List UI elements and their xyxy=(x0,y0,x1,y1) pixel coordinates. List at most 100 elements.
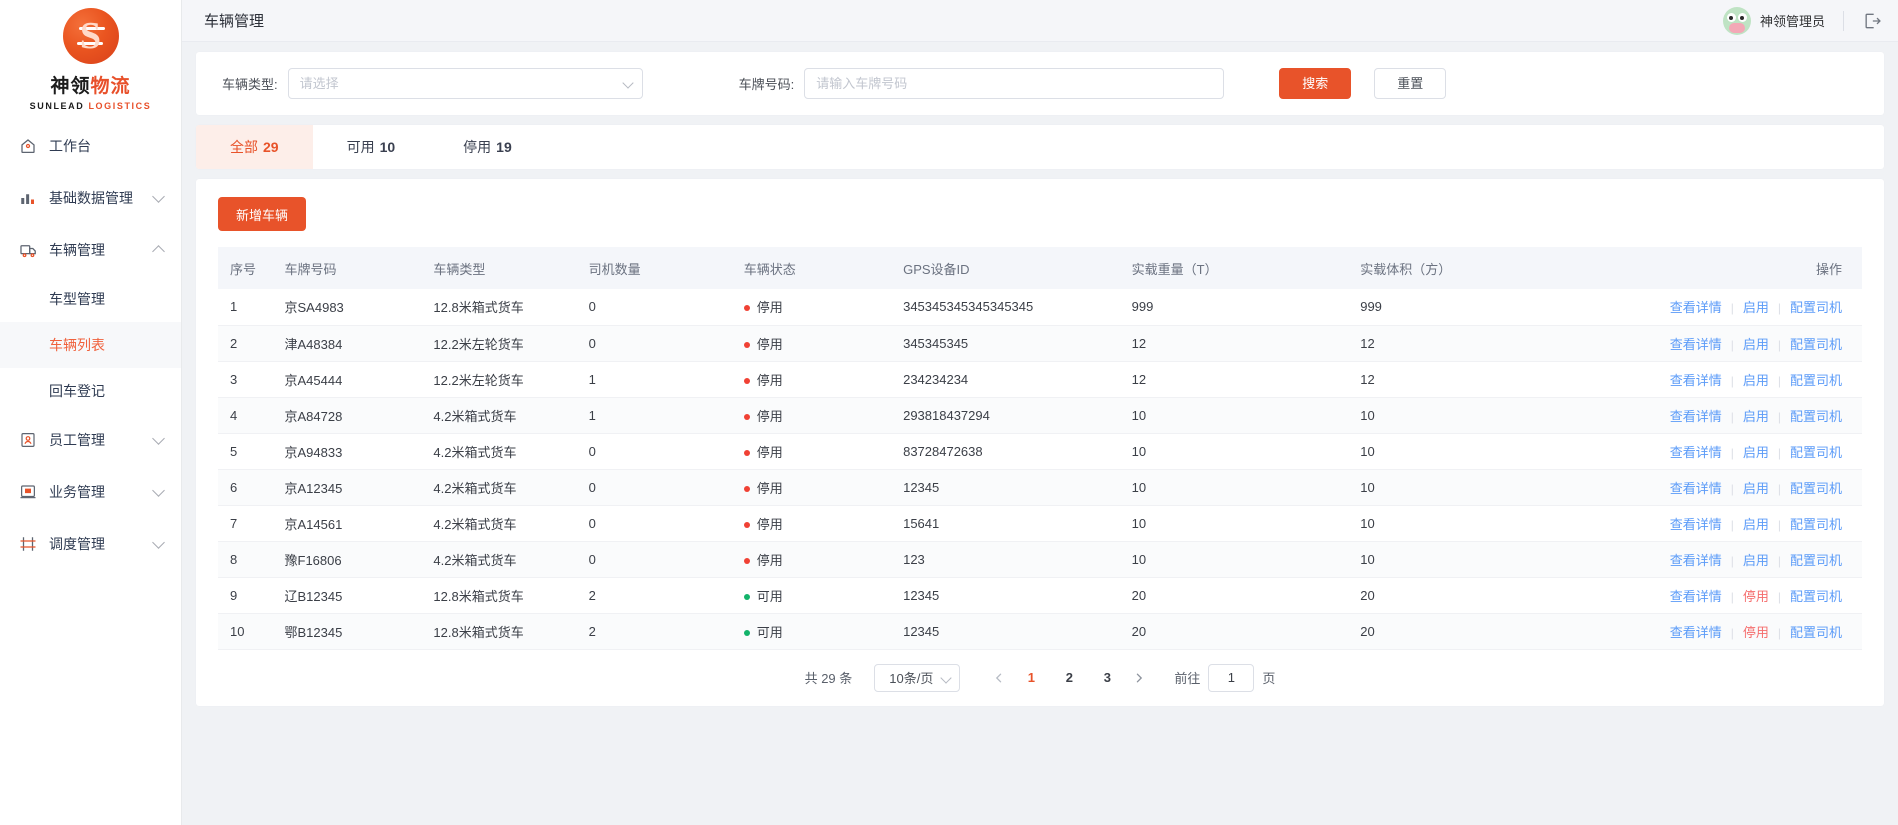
action-separator: | xyxy=(1778,410,1781,424)
tab-disabled-label: 停用 xyxy=(463,137,491,157)
cell-plate: 京A84728 xyxy=(273,397,422,433)
plate-number-input[interactable] xyxy=(804,68,1224,99)
table-header-row: 序号 车牌号码 车辆类型 司机数量 车辆状态 GPS设备ID 实载重量（T） 实… xyxy=(218,247,1862,289)
cell-actions: 查看详情|启用|配置司机 xyxy=(1610,505,1862,541)
search-button[interactable]: 搜索 xyxy=(1279,68,1351,99)
sidebar-item-basic-data[interactable]: 基础数据管理 xyxy=(0,172,181,224)
topbar: 车辆管理 神领管理员 xyxy=(182,0,1898,42)
page-size-select[interactable]: 10条/页 xyxy=(874,664,960,692)
view-detail-link[interactable]: 查看详情 xyxy=(1670,445,1722,460)
config-driver-link[interactable]: 配置司机 xyxy=(1790,300,1842,315)
pagination-next-button[interactable] xyxy=(1126,665,1152,691)
sidebar-item-staff[interactable]: 员工管理 xyxy=(0,414,181,466)
config-driver-link[interactable]: 配置司机 xyxy=(1790,373,1842,388)
sidebar-item-dispatch[interactable]: 调度管理 xyxy=(0,518,181,570)
col-gps: GPS设备ID xyxy=(891,247,1120,289)
toggle-status-link[interactable]: 启用 xyxy=(1743,481,1769,496)
add-vehicle-button[interactable]: 新增车辆 xyxy=(218,197,306,231)
toggle-status-link[interactable]: 停用 xyxy=(1743,589,1769,604)
truck-icon xyxy=(18,240,38,260)
pagination-jump-input[interactable] xyxy=(1208,664,1254,692)
status-badge: 停用 xyxy=(757,481,783,496)
view-detail-link[interactable]: 查看详情 xyxy=(1670,337,1722,352)
cell-status: 停用 xyxy=(732,469,891,505)
sidebar-item-vehicle-label: 车辆管理 xyxy=(49,240,154,260)
logo-mark-icon xyxy=(63,8,119,64)
status-dot-icon xyxy=(744,522,750,528)
sidebar-item-vehicle[interactable]: 车辆管理 xyxy=(0,224,181,276)
config-driver-link[interactable]: 配置司机 xyxy=(1790,481,1842,496)
status-badge: 停用 xyxy=(757,517,783,532)
vehicle-table-body: 1京SA498312.8米箱式货车0停用34534534534534534599… xyxy=(218,289,1862,649)
view-detail-link[interactable]: 查看详情 xyxy=(1670,589,1722,604)
config-driver-link[interactable]: 配置司机 xyxy=(1790,589,1842,604)
vehicle-type-select[interactable] xyxy=(288,68,643,99)
cell-actions: 查看详情|启用|配置司机 xyxy=(1610,541,1862,577)
toggle-status-link[interactable]: 启用 xyxy=(1743,409,1769,424)
vehicle-table-panel: 新增车辆 序号 车牌号码 车辆类型 司机数量 车辆状态 GPS设备ID 实载重量… xyxy=(196,179,1884,706)
action-separator: | xyxy=(1731,338,1734,352)
tab-available[interactable]: 可用 10 xyxy=(313,125,430,169)
main-area: 车辆管理 神领管理员 xyxy=(182,0,1898,825)
pagination-page-1[interactable]: 1 xyxy=(1018,665,1044,691)
view-detail-link[interactable]: 查看详情 xyxy=(1670,409,1722,424)
cell-actions: 查看详情|停用|配置司机 xyxy=(1610,577,1862,613)
sidebar-subitem-return-register[interactable]: 回车登记 xyxy=(0,368,181,414)
filter-plate-number: 车牌号码: xyxy=(739,68,1225,99)
action-separator: | xyxy=(1778,554,1781,568)
tab-disabled[interactable]: 停用 19 xyxy=(429,125,546,169)
cell-drivers: 1 xyxy=(577,397,732,433)
config-driver-link[interactable]: 配置司机 xyxy=(1790,625,1842,640)
logout-icon[interactable] xyxy=(1862,11,1882,31)
view-detail-link[interactable]: 查看详情 xyxy=(1670,373,1722,388)
cell-type: 4.2米箱式货车 xyxy=(421,469,576,505)
sidebar-item-business[interactable]: 业务管理 xyxy=(0,466,181,518)
cell-seq: 1 xyxy=(218,289,273,325)
sidebar-subitem-vehicle-list[interactable]: 车辆列表 xyxy=(0,322,181,368)
avatar[interactable] xyxy=(1723,7,1751,35)
status-badge: 可用 xyxy=(757,625,783,640)
config-driver-link[interactable]: 配置司机 xyxy=(1790,337,1842,352)
cell-drivers: 0 xyxy=(577,325,732,361)
toggle-status-link[interactable]: 启用 xyxy=(1743,373,1769,388)
pagination-page-3[interactable]: 3 xyxy=(1094,665,1120,691)
action-separator: | xyxy=(1778,338,1781,352)
dispatch-icon xyxy=(18,534,38,554)
chevron-right-icon xyxy=(1134,673,1144,683)
col-plate: 车牌号码 xyxy=(273,247,422,289)
action-separator: | xyxy=(1731,374,1734,388)
pagination-prev-button[interactable] xyxy=(986,665,1012,691)
tab-all[interactable]: 全部 29 xyxy=(196,125,313,169)
config-driver-link[interactable]: 配置司机 xyxy=(1790,517,1842,532)
config-driver-link[interactable]: 配置司机 xyxy=(1790,553,1842,568)
cell-type: 4.2米箱式货车 xyxy=(421,397,576,433)
sidebar-subitem-vehicle-model[interactable]: 车型管理 xyxy=(0,276,181,322)
view-detail-link[interactable]: 查看详情 xyxy=(1670,625,1722,640)
table-row: 10鄂B1234512.8米箱式货车2可用123452020查看详情|停用|配置… xyxy=(218,613,1862,649)
cell-gps: 345345345 xyxy=(891,325,1120,361)
cell-type: 12.8米箱式货车 xyxy=(421,289,576,325)
view-detail-link[interactable]: 查看详情 xyxy=(1670,481,1722,496)
sidebar-item-workbench[interactable]: 工作台 xyxy=(0,120,181,172)
toggle-status-link[interactable]: 启用 xyxy=(1743,337,1769,352)
view-detail-link[interactable]: 查看详情 xyxy=(1670,517,1722,532)
view-detail-link[interactable]: 查看详情 xyxy=(1670,553,1722,568)
cell-volume: 10 xyxy=(1348,505,1610,541)
config-driver-link[interactable]: 配置司机 xyxy=(1790,409,1842,424)
reset-button[interactable]: 重置 xyxy=(1374,68,1446,99)
pagination-page-2[interactable]: 2 xyxy=(1056,665,1082,691)
cell-seq: 4 xyxy=(218,397,273,433)
toggle-status-link[interactable]: 启用 xyxy=(1743,553,1769,568)
toggle-status-link[interactable]: 启用 xyxy=(1743,300,1769,315)
view-detail-link[interactable]: 查看详情 xyxy=(1670,300,1722,315)
chevron-down-icon xyxy=(152,484,165,497)
toggle-status-link[interactable]: 启用 xyxy=(1743,517,1769,532)
cell-volume: 10 xyxy=(1348,541,1610,577)
toggle-status-link[interactable]: 停用 xyxy=(1743,625,1769,640)
page-size-value: 10条/页 xyxy=(889,668,933,687)
action-separator: | xyxy=(1778,482,1781,496)
toggle-status-link[interactable]: 启用 xyxy=(1743,445,1769,460)
app-root: 神领物流 SUNLEAD LOGISTICS 工作台 xyxy=(0,0,1898,825)
chevron-left-icon xyxy=(994,673,1004,683)
config-driver-link[interactable]: 配置司机 xyxy=(1790,445,1842,460)
